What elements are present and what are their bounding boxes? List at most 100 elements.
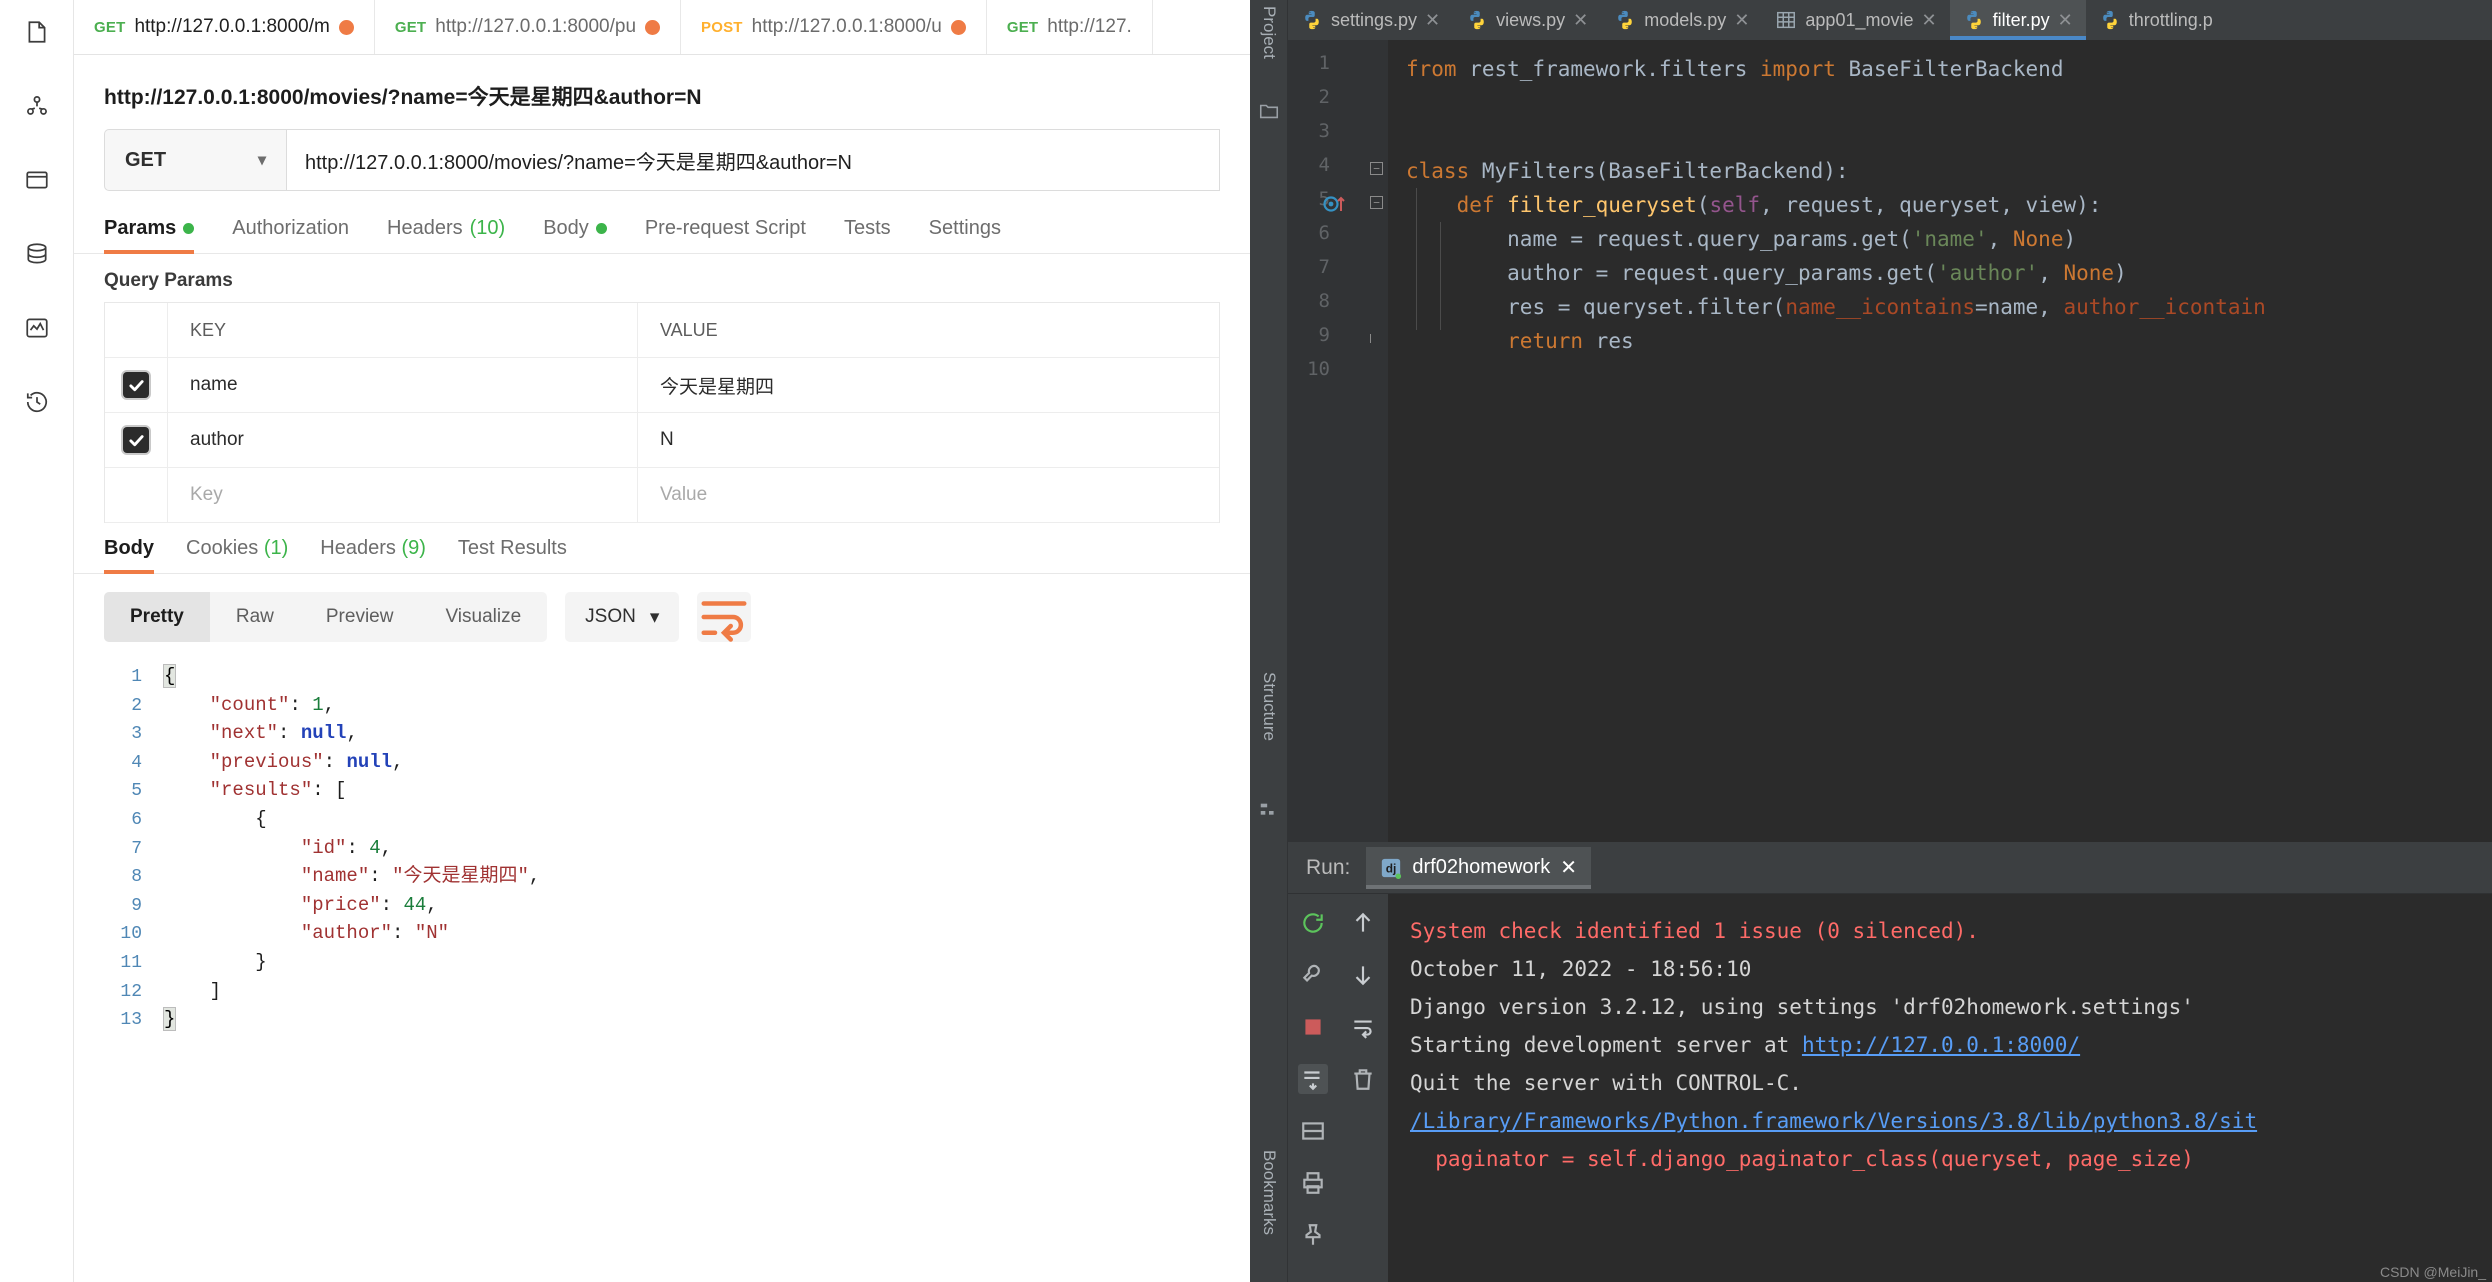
settings-wrench-icon[interactable] xyxy=(1298,960,1328,990)
console-link[interactable]: http://127.0.0.1:8000/ xyxy=(1802,1033,2080,1057)
python-file-icon xyxy=(1614,9,1636,31)
run-console-output[interactable]: System check identified 1 issue (0 silen… xyxy=(1388,894,2492,1282)
editor-tab-models[interactable]: models.py ✕ xyxy=(1601,0,1762,40)
editor-tab-app01-movie[interactable]: app01_movie ✕ xyxy=(1762,0,1949,40)
close-icon[interactable]: ✕ xyxy=(1560,855,1577,880)
rerun-icon[interactable] xyxy=(1298,908,1328,938)
editor-tab-throttling[interactable]: throttling.p xyxy=(2086,0,2226,40)
environments-icon[interactable] xyxy=(19,162,55,198)
postman-request-tabbar: GET http://127.0.0.1:8000/m GET http://1… xyxy=(74,0,1250,55)
response-code-line: 11 } xyxy=(104,948,1250,977)
gutter-line-number: 4 xyxy=(1318,154,1330,176)
response-tab-headers[interactable]: Headers (9) xyxy=(320,537,426,573)
tab-settings[interactable]: Settings xyxy=(929,217,1001,253)
request-tab-2[interactable]: GET http://127.0.0.1:8000/pu xyxy=(375,0,682,54)
table-row[interactable]: name 今天是星期四 xyxy=(105,358,1219,413)
tool-window-structure[interactable]: Structure xyxy=(1259,672,1279,741)
folder-icon[interactable] xyxy=(1258,100,1280,126)
mock-servers-icon[interactable] xyxy=(19,236,55,272)
param-key[interactable]: name xyxy=(167,358,637,412)
param-value[interactable]: 今天是星期四 xyxy=(637,358,1219,412)
run-gutter-icon[interactable] xyxy=(1322,192,1348,220)
table-row-new[interactable]: Key Value xyxy=(105,468,1219,523)
row-checkbox-cell[interactable] xyxy=(105,427,167,453)
response-tab-headers-count: (9) xyxy=(401,537,426,559)
fold-collapse-icon[interactable]: − xyxy=(1370,162,1383,175)
scroll-down-icon[interactable] xyxy=(1348,960,1378,990)
editor-tab-filter[interactable]: filter.py ✕ xyxy=(1949,0,2086,40)
scroll-up-icon[interactable] xyxy=(1348,908,1378,938)
close-icon[interactable]: ✕ xyxy=(1922,10,1937,31)
trash-icon[interactable] xyxy=(1348,1064,1378,1094)
response-body-code[interactable]: 1{2 "count": 1, 3 "next": null, 4 "previou… xyxy=(74,662,1250,1034)
editor-tab-views[interactable]: views.py ✕ xyxy=(1453,0,1601,40)
response-tab-test-results[interactable]: Test Results xyxy=(458,537,567,573)
tab-headers-label: Headers xyxy=(387,217,463,239)
url-input[interactable]: http://127.0.0.1:8000/movies/?name=今天是星期… xyxy=(286,129,1220,191)
console-line: Quit the server with CONTROL-C. xyxy=(1410,1064,2492,1102)
tab-tests[interactable]: Tests xyxy=(844,217,891,253)
gutter-line-number: 1 xyxy=(1318,52,1330,74)
apis-icon[interactable] xyxy=(19,88,55,124)
structure-icon[interactable] xyxy=(1258,800,1280,826)
response-tab-cookies[interactable]: Cookies (1) xyxy=(186,537,288,573)
stop-icon[interactable] xyxy=(1298,1012,1328,1042)
tab-pre-request-script[interactable]: Pre-request Script xyxy=(645,217,806,253)
tool-window-project[interactable]: Project xyxy=(1259,6,1279,59)
new-param-value-input[interactable]: Value xyxy=(637,468,1219,522)
tab-headers[interactable]: Headers (10) xyxy=(387,217,505,253)
scroll-to-end-icon[interactable] xyxy=(1298,1064,1328,1094)
close-icon[interactable]: ✕ xyxy=(2058,10,2073,31)
editor-code-area[interactable]: from rest_framework.filters import BaseF… xyxy=(1388,40,2492,842)
tab-body[interactable]: Body xyxy=(543,217,607,253)
run-tool-window: Run: dj drf02homework ✕ System check ide… xyxy=(1288,842,2492,1282)
print-icon[interactable] xyxy=(1298,1168,1328,1198)
view-mode-visualize[interactable]: Visualize xyxy=(419,592,547,642)
param-value[interactable]: N xyxy=(637,413,1219,467)
tool-window-bookmarks[interactable]: Bookmarks xyxy=(1259,1150,1279,1235)
pin-icon[interactable] xyxy=(1298,1220,1328,1250)
run-config-name: drf02homework xyxy=(1412,856,1551,878)
checkbox-checked-icon[interactable] xyxy=(123,427,149,453)
response-code-line: 13} xyxy=(104,1005,1250,1034)
close-icon[interactable]: ✕ xyxy=(1734,10,1749,31)
layout-icon[interactable] xyxy=(1298,1116,1328,1146)
code-editor[interactable]: 1 2 3 4−5−6 7 8 9 10 from rest_framework.filter… xyxy=(1288,40,2492,842)
response-tab-body[interactable]: Body xyxy=(104,537,154,574)
collections-icon[interactable] xyxy=(19,14,55,50)
close-icon[interactable]: ✕ xyxy=(1425,10,1440,31)
tab-params[interactable]: Params xyxy=(104,217,195,254)
param-key[interactable]: author xyxy=(167,413,637,467)
console-link[interactable]: /Library/Frameworks/Python.framework/Ver… xyxy=(1410,1109,2257,1133)
tab-authorization[interactable]: Authorization xyxy=(232,217,349,253)
fold-collapse-icon[interactable]: − xyxy=(1370,196,1383,209)
response-format-select[interactable]: JSON ▾ xyxy=(565,592,680,642)
gutter-line-number: 6 xyxy=(1318,222,1330,244)
table-row[interactable]: author N xyxy=(105,413,1219,468)
response-code-text: ] xyxy=(209,979,222,1002)
row-checkbox-cell[interactable] xyxy=(105,372,167,398)
monitors-icon[interactable] xyxy=(19,310,55,346)
run-config-tab[interactable]: dj drf02homework ✕ xyxy=(1366,847,1591,889)
soft-wrap-icon[interactable] xyxy=(1348,1012,1378,1042)
wrap-lines-icon[interactable] xyxy=(697,592,752,642)
response-code-text: "previous": null, xyxy=(209,750,404,773)
pycharm-window: Project Structure Bookmarks settings.py … xyxy=(1250,0,2492,1282)
editor-gutter[interactable]: 1 2 3 4−5−6 7 8 9 10 xyxy=(1288,40,1388,842)
tab-pre-request-script-label: Pre-request Script xyxy=(644,217,806,239)
history-icon[interactable] xyxy=(19,384,55,420)
request-tab-3[interactable]: POST http://127.0.0.1:8000/u xyxy=(681,0,987,54)
view-mode-pretty[interactable]: Pretty xyxy=(104,592,210,642)
http-method-select[interactable]: GET ▾ xyxy=(104,129,286,191)
request-tab-url: http://127.0.0.1:8000/m xyxy=(134,16,330,37)
modified-dot-icon xyxy=(595,223,607,234)
new-param-key-input[interactable]: Key xyxy=(167,468,637,522)
close-icon[interactable]: ✕ xyxy=(1573,10,1588,31)
request-tab-4[interactable]: GET http://127. xyxy=(987,0,1153,54)
view-mode-raw[interactable]: Raw xyxy=(210,592,300,642)
view-mode-preview[interactable]: Preview xyxy=(300,592,420,642)
fold-end-icon[interactable] xyxy=(1370,334,1379,343)
request-tab-1[interactable]: GET http://127.0.0.1:8000/m xyxy=(74,0,375,54)
checkbox-checked-icon[interactable] xyxy=(123,372,149,398)
editor-tab-settings[interactable]: settings.py ✕ xyxy=(1288,0,1453,40)
